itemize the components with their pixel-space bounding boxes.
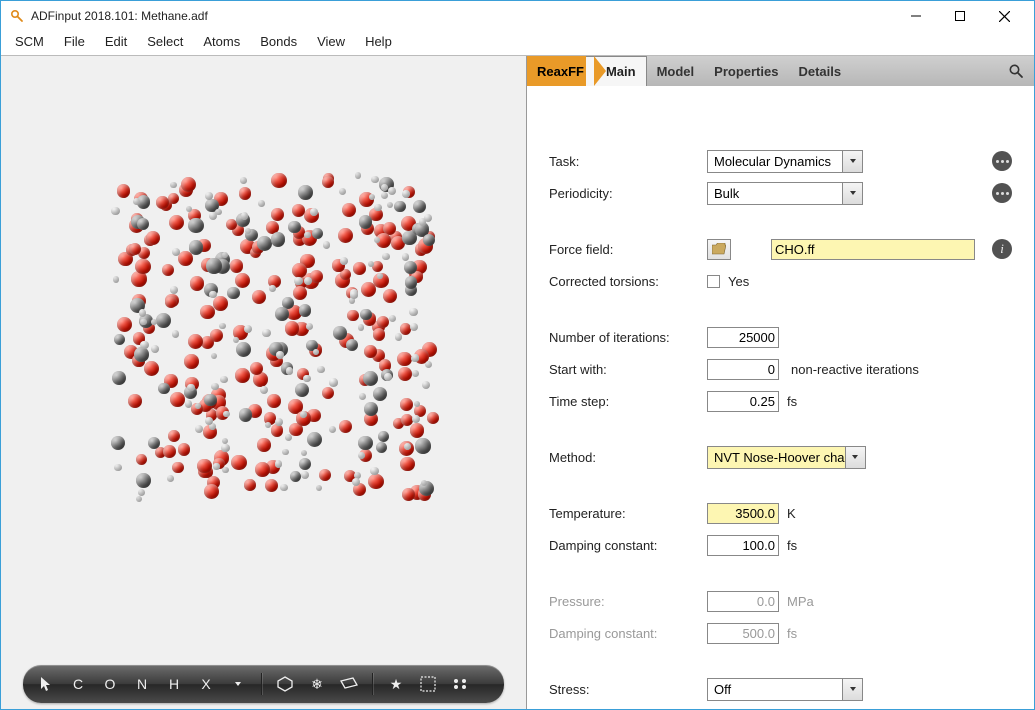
window-title: ADFinput 2018.101: Methane.adf <box>31 9 894 23</box>
damping2-label: Damping constant: <box>549 626 701 641</box>
periodicity-select[interactable]: Bulk <box>707 182 863 205</box>
element-h-tool[interactable]: H <box>165 676 183 692</box>
menu-select[interactable]: Select <box>139 32 191 51</box>
menubar: SCM File Edit Select Atoms Bonds View He… <box>1 31 1034 55</box>
menu-view[interactable]: View <box>309 32 353 51</box>
menu-help[interactable]: Help <box>357 32 400 51</box>
chevron-down-icon <box>842 183 862 204</box>
iterations-input[interactable] <box>707 327 779 348</box>
corrected-option: Yes <box>728 274 749 289</box>
tab-model[interactable]: Model <box>647 56 705 86</box>
preoptimize-tool[interactable]: ❄ <box>308 676 326 693</box>
element-dropdown[interactable] <box>229 680 247 688</box>
temperature-input[interactable] <box>707 503 779 524</box>
temperature-label: Temperature: <box>549 506 701 521</box>
timestep-input[interactable] <box>707 391 779 412</box>
molecule-viewport-panel: C O N H X ❄ ★ <box>1 56 527 709</box>
close-button[interactable] <box>982 2 1026 30</box>
tabbar: ReaxFF Main Model Properties Details <box>527 56 1034 86</box>
chevron-down-icon <box>842 151 862 172</box>
element-x-tool[interactable]: X <box>197 676 215 692</box>
titlebar: ADFinput 2018.101: Methane.adf <box>1 1 1034 31</box>
element-n-tool[interactable]: N <box>133 676 151 692</box>
timestep-unit: fs <box>787 394 797 409</box>
corrected-label: Corrected torsions: <box>549 274 701 289</box>
stress-select[interactable]: Off <box>707 678 863 701</box>
pressure-label: Pressure: <box>549 594 701 609</box>
pressure-input <box>707 591 779 612</box>
slab-tool[interactable] <box>340 677 358 691</box>
viewport-toolbar: C O N H X ❄ ★ <box>23 665 504 703</box>
pressure-unit: MPa <box>787 594 814 609</box>
element-c-tool[interactable]: C <box>69 676 87 692</box>
temperature-unit: K <box>787 506 796 521</box>
maximize-button[interactable] <box>938 2 982 30</box>
corrected-checkbox[interactable] <box>707 275 720 288</box>
molecule-viewport[interactable] <box>1 56 526 659</box>
menu-atoms[interactable]: Atoms <box>195 32 248 51</box>
damping1-label: Damping constant: <box>549 538 701 553</box>
menu-file[interactable]: File <box>56 32 93 51</box>
task-select[interactable]: Molecular Dynamics <box>707 150 863 173</box>
periodic-view-tool[interactable] <box>419 676 437 692</box>
star-tool[interactable]: ★ <box>387 676 405 693</box>
stress-value: Off <box>714 682 731 697</box>
damping2-unit: fs <box>787 626 797 641</box>
damping1-input[interactable] <box>707 535 779 556</box>
grid-tool[interactable] <box>451 677 469 691</box>
timestep-label: Time step: <box>549 394 701 409</box>
stress-label: Stress: <box>549 682 701 697</box>
damping2-input <box>707 623 779 644</box>
menu-scm[interactable]: SCM <box>7 32 52 51</box>
forcefield-label: Force field: <box>549 242 701 257</box>
chevron-down-icon <box>845 447 865 468</box>
method-label: Method: <box>549 450 701 465</box>
pointer-tool[interactable] <box>37 677 55 691</box>
menu-bonds[interactable]: Bonds <box>252 32 305 51</box>
method-value: NVT Nose-Hoover cha <box>714 450 845 465</box>
forcefield-input[interactable] <box>771 239 975 260</box>
chevron-down-icon <box>842 679 862 700</box>
tab-details[interactable]: Details <box>788 56 851 86</box>
app-icon <box>9 8 25 24</box>
minimize-button[interactable] <box>894 2 938 30</box>
panel-search-button[interactable] <box>998 56 1034 86</box>
forcefield-browse-button[interactable] <box>707 239 731 260</box>
periodicity-value: Bulk <box>714 186 739 201</box>
method-select[interactable]: NVT Nose-Hoover cha <box>707 446 866 469</box>
startwith-input[interactable] <box>707 359 779 380</box>
startwith-label: Start with: <box>549 362 701 377</box>
settings-panel: ReaxFF Main Model Properties Details Tas… <box>527 56 1034 709</box>
damping1-unit: fs <box>787 538 797 553</box>
task-more-button[interactable] <box>992 151 1012 171</box>
task-value: Molecular Dynamics <box>714 154 831 169</box>
element-o-tool[interactable]: O <box>101 676 119 692</box>
iterations-label: Number of iterations: <box>549 330 701 345</box>
tab-properties[interactable]: Properties <box>704 56 788 86</box>
startwith-suffix: non-reactive iterations <box>791 362 919 377</box>
menu-edit[interactable]: Edit <box>97 32 135 51</box>
task-label: Task: <box>549 154 701 169</box>
structure-tool[interactable] <box>276 676 294 692</box>
forcefield-info-button[interactable]: i <box>992 239 1012 259</box>
periodicity-more-button[interactable] <box>992 183 1012 203</box>
periodicity-label: Periodicity: <box>549 186 701 201</box>
engine-tab[interactable]: ReaxFF <box>527 56 594 86</box>
